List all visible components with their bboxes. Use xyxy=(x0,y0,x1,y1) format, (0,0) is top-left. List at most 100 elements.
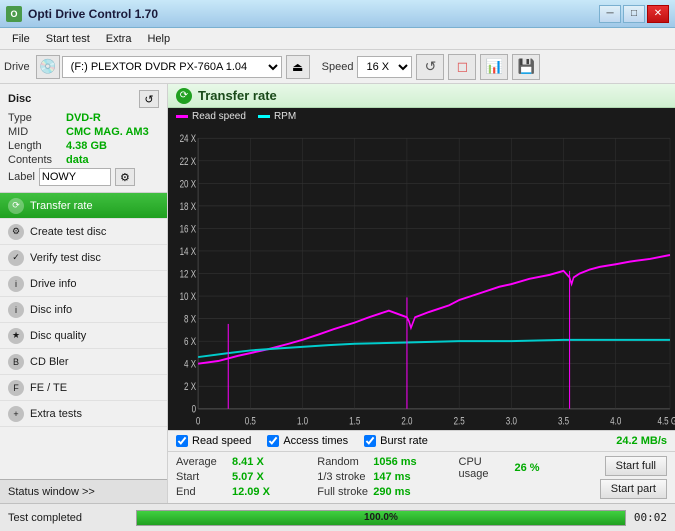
nav-icon-verify-test-disc: ✓ xyxy=(8,250,24,266)
checkbox-read-speed[interactable]: Read speed xyxy=(176,435,251,447)
nav-item-verify-test-disc[interactable]: ✓ Verify test disc xyxy=(0,245,167,271)
stats-actions: Start full Start part xyxy=(600,456,667,499)
menu-extra[interactable]: Extra xyxy=(98,31,140,47)
disc-panel: Disc ↺ Type DVD-R MID CMC MAG. AM3 Lengt… xyxy=(0,84,167,193)
stats-one-third-value: 147 ms xyxy=(373,471,425,483)
stats-random-label: Random xyxy=(317,456,369,468)
disc-length-value: 4.38 GB xyxy=(66,140,107,152)
nav-item-extra-tests[interactable]: + Extra tests xyxy=(0,401,167,427)
checkbox-burst-rate-input[interactable] xyxy=(364,435,376,447)
main-layout: Disc ↺ Type DVD-R MID CMC MAG. AM3 Lengt… xyxy=(0,84,675,503)
menu-start-test[interactable]: Start test xyxy=(38,31,98,47)
svg-text:3.0: 3.0 xyxy=(506,415,517,427)
stats-row-cpu: CPU usage 26 % xyxy=(459,456,600,480)
nav-item-disc-info[interactable]: i Disc info xyxy=(0,297,167,323)
disc-title: Disc xyxy=(8,93,31,105)
start-full-button[interactable]: Start full xyxy=(605,456,667,476)
checkbox-access-times[interactable]: Access times xyxy=(267,435,348,447)
nav-label-transfer-rate: Transfer rate xyxy=(30,200,93,212)
svg-text:4 X: 4 X xyxy=(184,358,197,370)
stats-end-value: 12.09 X xyxy=(232,486,284,498)
nav-label-disc-info: Disc info xyxy=(30,304,72,316)
disc-type-row: Type DVD-R xyxy=(8,112,159,124)
content-area: ⟳ Transfer rate Read speed RPM xyxy=(168,84,675,503)
disc-header: Disc ↺ xyxy=(8,90,159,108)
svg-text:14 X: 14 X xyxy=(180,245,197,257)
disc-mid-row: MID CMC MAG. AM3 xyxy=(8,126,159,138)
speed-dropdown[interactable]: 16 X xyxy=(357,56,412,78)
drive-label: Drive xyxy=(4,61,30,73)
save-button[interactable]: 💾 xyxy=(512,54,540,80)
checkbox-access-times-label: Access times xyxy=(283,435,348,447)
disc-label-settings-button[interactable]: ⚙ xyxy=(115,168,135,186)
nav-icon-drive-info: i xyxy=(8,276,24,292)
svg-text:4.5 GB: 4.5 GB xyxy=(658,415,675,427)
nav-icon-cd-bler: B xyxy=(8,354,24,370)
nav-item-transfer-rate[interactable]: ⟳ Transfer rate xyxy=(0,193,167,219)
disc-mid-label: MID xyxy=(8,126,66,138)
disc-length-label: Length xyxy=(8,140,66,152)
svg-text:1.5: 1.5 xyxy=(349,415,360,427)
stats-full-stroke-label: Full stroke xyxy=(317,486,369,498)
nav-label-create-test-disc: Create test disc xyxy=(30,226,106,238)
export-button[interactable]: 📊 xyxy=(480,54,508,80)
stats-col-left: Average 8.41 X Start 5.07 X End 12.09 X xyxy=(176,456,317,499)
svg-text:20 X: 20 X xyxy=(180,177,197,189)
drive-dropdown[interactable]: (F:) PLEXTOR DVDR PX-760A 1.04 xyxy=(62,56,282,78)
disc-mid-value: CMC MAG. AM3 xyxy=(66,126,149,138)
nav-label-verify-test-disc: Verify test disc xyxy=(30,252,101,264)
nav-item-fe-te[interactable]: F FE / TE xyxy=(0,375,167,401)
minimize-button[interactable]: ─ xyxy=(599,5,621,23)
nav-item-cd-bler[interactable]: B CD Bler xyxy=(0,349,167,375)
maximize-button[interactable]: □ xyxy=(623,5,645,23)
stats-row-full-stroke: Full stroke 290 ms xyxy=(317,486,458,498)
disc-type-label: Type xyxy=(8,112,66,124)
stats-start-value: 5.07 X xyxy=(232,471,284,483)
stats-full-stroke-value: 290 ms xyxy=(373,486,425,498)
speed-label: Speed xyxy=(322,61,354,73)
eject-button[interactable]: ⏏ xyxy=(286,55,310,79)
nav-icon-fe-te: F xyxy=(8,380,24,396)
checkbox-access-times-input[interactable] xyxy=(267,435,279,447)
svg-text:2.0: 2.0 xyxy=(401,415,412,427)
nav-icon-disc-info: i xyxy=(8,302,24,318)
svg-text:0: 0 xyxy=(192,403,196,415)
nav-item-disc-quality[interactable]: ★ Disc quality xyxy=(0,323,167,349)
eraser-button[interactable]: ◻ xyxy=(448,54,476,80)
legend-label-read-speed: Read speed xyxy=(192,111,246,122)
checkbox-read-speed-input[interactable] xyxy=(176,435,188,447)
svg-text:2 X: 2 X xyxy=(184,380,197,392)
legend-rpm: RPM xyxy=(258,111,296,122)
menu-file[interactable]: File xyxy=(4,31,38,47)
stats-cpu-value: 26 % xyxy=(515,462,567,474)
drive-select: 💿 (F:) PLEXTOR DVDR PX-760A 1.04 xyxy=(36,55,282,79)
svg-text:0.5: 0.5 xyxy=(245,415,256,427)
nav-item-drive-info[interactable]: i Drive info xyxy=(0,271,167,297)
chart-title: Transfer rate xyxy=(198,88,277,103)
svg-text:22 X: 22 X xyxy=(180,155,197,167)
stats-start-label: Start xyxy=(176,471,228,483)
nav-label-drive-info: Drive info xyxy=(30,278,76,290)
disc-label-input[interactable] xyxy=(39,168,111,186)
status-window-button[interactable]: Status window >> xyxy=(0,479,167,503)
nav-label-disc-quality: Disc quality xyxy=(30,330,86,342)
stats-average-value: 8.41 X xyxy=(232,456,284,468)
refresh-button[interactable]: ↺ xyxy=(416,54,444,80)
checkbox-burst-rate[interactable]: Burst rate xyxy=(364,435,428,447)
chart-svg: 24 X 22 X 20 X 18 X 16 X 14 X 12 X 10 X … xyxy=(168,125,675,430)
legend-read-speed: Read speed xyxy=(176,111,246,122)
stats-end-label: End xyxy=(176,486,228,498)
disc-contents-label: Contents xyxy=(8,154,66,166)
disc-refresh-button[interactable]: ↺ xyxy=(139,90,159,108)
progress-text: 100.0% xyxy=(137,511,625,525)
menu-help[interactable]: Help xyxy=(139,31,178,47)
status-text: Test completed xyxy=(8,512,128,524)
menu-bar: File Start test Extra Help xyxy=(0,28,675,50)
bottom-bar: Test completed 100.0% 00:02 xyxy=(0,503,675,531)
elapsed-time: 00:02 xyxy=(634,511,667,524)
legend-label-rpm: RPM xyxy=(274,111,296,122)
chart-legend: Read speed RPM xyxy=(168,108,675,125)
nav-item-create-test-disc[interactable]: ⚙ Create test disc xyxy=(0,219,167,245)
start-part-button[interactable]: Start part xyxy=(600,479,667,499)
close-button[interactable]: ✕ xyxy=(647,5,669,23)
